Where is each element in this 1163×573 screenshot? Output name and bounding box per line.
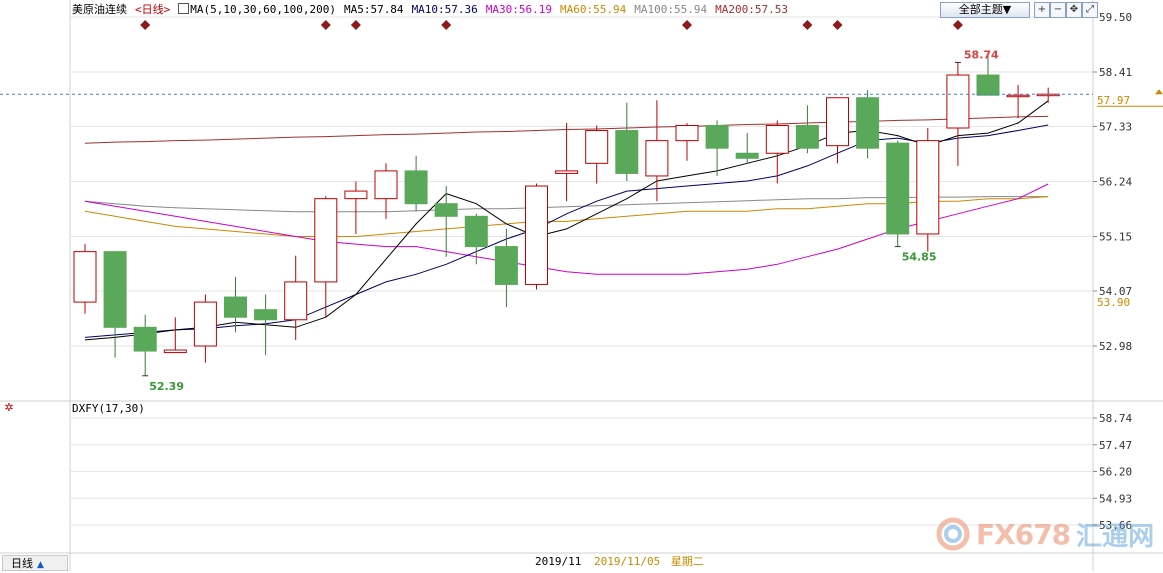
high-annotation: 58.74: [964, 48, 999, 61]
candle-body: [254, 309, 278, 321]
y-tick-label: 56.24: [1099, 176, 1132, 189]
candle-body: [464, 215, 488, 248]
candle-body: [404, 170, 428, 205]
date-label: 2019/11/05: [593, 555, 661, 568]
fx678-logo-icon: [936, 517, 970, 551]
candle-body: [735, 152, 759, 159]
ma-params[interactable]: MA(5,10,30,60,100,200): [178, 2, 336, 18]
all-topics-button[interactable]: 全部主题▼: [940, 2, 1030, 18]
chart-header: 美原油连续 <日线> MA(5,10,30,60,100,200) MA5:57…: [72, 2, 788, 18]
zoom-in-icon[interactable]: +: [1034, 2, 1050, 18]
candle-body: [976, 74, 1000, 96]
ma30-value: MA30:56.19: [485, 3, 553, 16]
y-tick-label: 52.98: [1099, 340, 1132, 353]
y-tick-label: 57.33: [1099, 120, 1132, 133]
candle-body: [645, 140, 669, 177]
sub-indicator-title[interactable]: DXFY(17,30): [72, 402, 145, 415]
y-tick-label: 58.41: [1099, 66, 1132, 79]
zoom-out-icon[interactable]: −: [1050, 2, 1066, 18]
date-bar: 2019/11 2019/11/05 星期二: [535, 554, 704, 570]
watermark-text-cn: 汇通网: [1076, 521, 1155, 552]
candle-body: [103, 251, 127, 328]
candle-body: [705, 124, 729, 149]
y-tick-label: 59.50: [1099, 11, 1132, 24]
low-annotation: 54.85: [902, 251, 937, 264]
candle-body: [765, 124, 789, 154]
candle-body: [133, 326, 157, 352]
candle-body: [434, 203, 458, 217]
period-tab-label: 日线: [11, 557, 33, 570]
ma5-value: MA5:57.84: [343, 3, 404, 16]
candle-body: [525, 185, 548, 285]
candle-body: [856, 97, 880, 149]
y-tick-label: 55.15: [1099, 231, 1132, 244]
candle-body: [886, 142, 910, 235]
candle-body: [916, 140, 940, 235]
weekday-label: 星期二: [670, 555, 704, 568]
ma60-value: MA60:55.94: [560, 3, 627, 16]
ma200-value: MA200:57.53: [715, 3, 788, 16]
candle-body: [826, 97, 849, 147]
last-price-label: 57.97: [1097, 94, 1130, 107]
candle-body: [284, 281, 308, 321]
candle-body: [585, 130, 609, 164]
sub-y-tick-label: 57.47: [1099, 439, 1132, 452]
candle-body: [374, 170, 398, 200]
ma10-value: MA10:57.36: [411, 3, 478, 16]
settings-icon[interactable]: ✲: [3, 402, 15, 414]
candle-body: [555, 170, 579, 174]
ma60-axis-label: 53.90: [1097, 296, 1130, 309]
period-tab-daily[interactable]: 日线 ▲: [2, 555, 68, 571]
candle-body: [675, 124, 699, 142]
watermark: FX678 汇通网: [936, 516, 1154, 552]
watermark-text: FX678: [976, 517, 1071, 551]
candle: [856, 90, 880, 159]
candle: [886, 140, 910, 247]
sub-y-tick-label: 56.20: [1099, 466, 1132, 479]
candle-body: [163, 349, 187, 354]
candle-body: [73, 251, 97, 303]
low-annotation: 52.39: [149, 380, 184, 393]
candle: [525, 183, 548, 290]
triangle-up-icon: ▲: [37, 560, 44, 570]
month-label: 2019/11: [535, 555, 582, 568]
candlestick-chart[interactable]: 59.5058.4157.3356.2455.1554.0752.9858.74…: [0, 0, 1163, 571]
candle-body: [314, 198, 338, 283]
candle-body: [1006, 94, 1030, 98]
period-label[interactable]: <日线>: [135, 2, 170, 18]
ma-params-text: MA(5,10,30,60,100,200): [190, 3, 336, 16]
sub-y-tick-label: 54.93: [1099, 492, 1132, 505]
candle-body: [615, 130, 639, 174]
candle-body: [494, 246, 518, 285]
candle-body: [344, 190, 368, 200]
candle-body: [795, 124, 819, 149]
move-icon[interactable]: ✥: [1066, 2, 1082, 18]
candle-body: [193, 301, 217, 347]
sub-y-tick-label: 58.74: [1099, 412, 1132, 425]
candle-body: [946, 74, 970, 129]
instrument-title: 美原油连续: [72, 3, 127, 16]
expand-icon[interactable]: ⤢: [1082, 2, 1098, 18]
candle: [916, 128, 940, 252]
ma100-value: MA100:55.94: [634, 3, 708, 16]
candle-body: [224, 296, 247, 318]
indicator-icon: [178, 3, 190, 14]
